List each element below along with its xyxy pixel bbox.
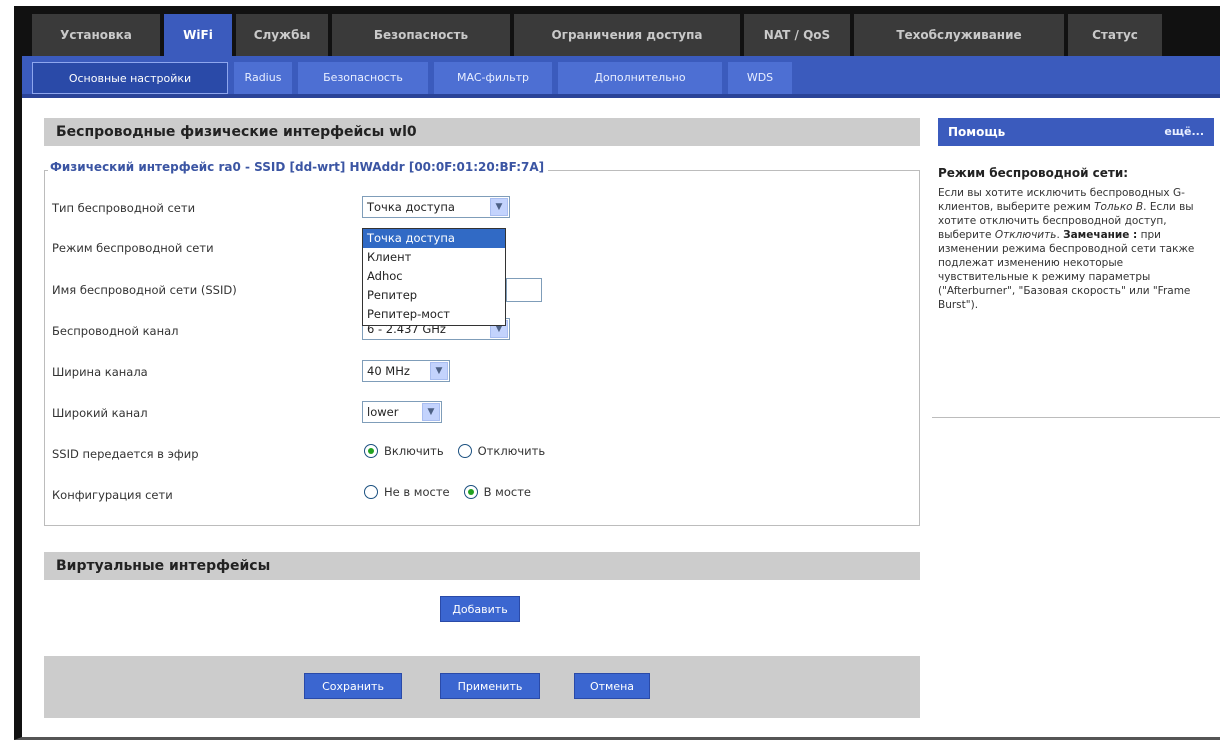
tab-wifi[interactable]: WiFi (164, 14, 232, 56)
broadcast-enable-radio[interactable] (364, 444, 378, 458)
dropdown-option-adhoc[interactable]: Adhoc (363, 267, 505, 286)
tab-access-restrictions[interactable]: Ограничения доступа (514, 14, 740, 56)
help-note-label: Замечание : (1063, 229, 1138, 241)
ssid-broadcast-radio-group: Включить Отключить (364, 444, 553, 458)
tab-status[interactable]: Статус (1068, 14, 1162, 56)
wireless-type-label: Тип беспроводной сети (52, 201, 196, 215)
tab-setup[interactable]: Установка (32, 14, 160, 56)
tab-administration[interactable]: Техобслуживание (854, 14, 1064, 56)
help-text-emphasis: Только B (1094, 201, 1144, 213)
top-tab-bar: Установка WiFi Службы Безопасность Огран… (22, 6, 1220, 56)
broadcast-disable-option[interactable]: Отключить (457, 444, 546, 458)
apply-button[interactable]: Применить (440, 673, 540, 699)
section-title-virtual: Виртуальные интерфейсы (44, 552, 920, 580)
channel-width-select[interactable]: 40 MHz ▼ (362, 360, 450, 382)
help-note-text: при изменении режима беспроводной сети т… (938, 229, 1195, 311)
wide-channel-value: lower (367, 405, 399, 419)
help-text-part: . (1056, 229, 1060, 241)
subtab-advanced[interactable]: Дополнительно (558, 62, 722, 94)
help-panel: Режим беспроводной сети: Если вы хотите … (932, 156, 1220, 418)
help-more-link[interactable]: ещё... (1164, 118, 1204, 146)
channel-width-value: 40 MHz (367, 364, 410, 378)
ssid-label: Имя беспроводной сети (SSID) (52, 283, 237, 297)
cancel-button[interactable]: Отмена (574, 673, 650, 699)
subtab-wireless-security[interactable]: Безопасность (298, 62, 428, 94)
wireless-type-value: Точка доступа (367, 200, 455, 214)
sub-tab-bar: Основные настройки Radius Безопасность M… (22, 56, 1220, 98)
chevron-down-icon: ▼ (430, 362, 448, 380)
interface-legend: Физический интерфейс ra0 - SSID [dd-wrt]… (48, 160, 549, 174)
tab-nat-qos[interactable]: NAT / QoS (744, 14, 850, 56)
broadcast-enable-label: Включить (384, 444, 444, 458)
help-text-emphasis: Отключить (994, 229, 1057, 241)
unbridged-label: Не в мосте (384, 485, 450, 499)
wide-channel-label: Широкий канал (52, 406, 148, 420)
chevron-down-icon: ▼ (422, 403, 440, 421)
broadcast-disable-label: Отключить (477, 444, 546, 458)
subtab-basic-settings[interactable]: Основные настройки (32, 62, 228, 94)
ssid-input[interactable] (506, 278, 542, 302)
network-config-radio-group: Не в мосте В мосте (364, 485, 539, 499)
bridged-radio[interactable] (463, 485, 478, 499)
section-title-physical: Беспроводные физические интерфейсы wl0 (44, 118, 920, 146)
channel-label: Беспроводной канал (52, 324, 179, 338)
tab-security[interactable]: Безопасность (332, 14, 510, 56)
broadcast-disable-radio[interactable] (457, 444, 472, 458)
physical-interface-fieldset (44, 170, 920, 526)
help-title: Помощь (948, 125, 1006, 139)
dropdown-option-repeater[interactable]: Репитер (363, 286, 505, 305)
chevron-down-icon: ▼ (490, 198, 508, 216)
bridged-label: В мосте (483, 485, 531, 499)
wireless-mode-label: Режим беспроводной сети (52, 241, 214, 255)
wireless-type-dropdown: Точка доступа Клиент Adhoc Репитер Репит… (362, 228, 506, 326)
router-admin-window: Установка WiFi Службы Безопасность Огран… (14, 6, 1220, 740)
broadcast-enable-option[interactable]: Включить (364, 444, 444, 458)
subtab-radius[interactable]: Radius (234, 62, 292, 94)
subtab-wds[interactable]: WDS (728, 62, 792, 94)
save-button[interactable]: Сохранить (304, 673, 402, 699)
subtab-mac-filter[interactable]: MAC-фильтр (434, 62, 552, 94)
help-topic-title: Режим беспроводной сети: (938, 166, 1129, 180)
network-config-label: Конфигурация сети (52, 488, 173, 502)
tab-services[interactable]: Службы (236, 14, 328, 56)
channel-width-label: Ширина канала (52, 365, 148, 379)
dropdown-option-repeater-bridge[interactable]: Репитер-мост (363, 305, 505, 324)
dropdown-option-client[interactable]: Клиент (363, 248, 505, 267)
unbridged-radio[interactable] (364, 485, 378, 499)
help-text: Если вы хотите исключить беспроводных G-… (938, 186, 1216, 312)
unbridged-option[interactable]: Не в мосте (364, 485, 450, 499)
ssid-broadcast-label: SSID передается в эфир (52, 447, 199, 461)
wide-channel-select[interactable]: lower ▼ (362, 401, 442, 423)
help-header: Помощь ещё... (938, 118, 1214, 146)
bridged-option[interactable]: В мосте (463, 485, 531, 499)
add-interface-button[interactable]: Добавить (440, 596, 520, 622)
dropdown-option-access-point[interactable]: Точка доступа (363, 229, 505, 248)
wireless-type-select[interactable]: Точка доступа ▼ (362, 196, 510, 218)
